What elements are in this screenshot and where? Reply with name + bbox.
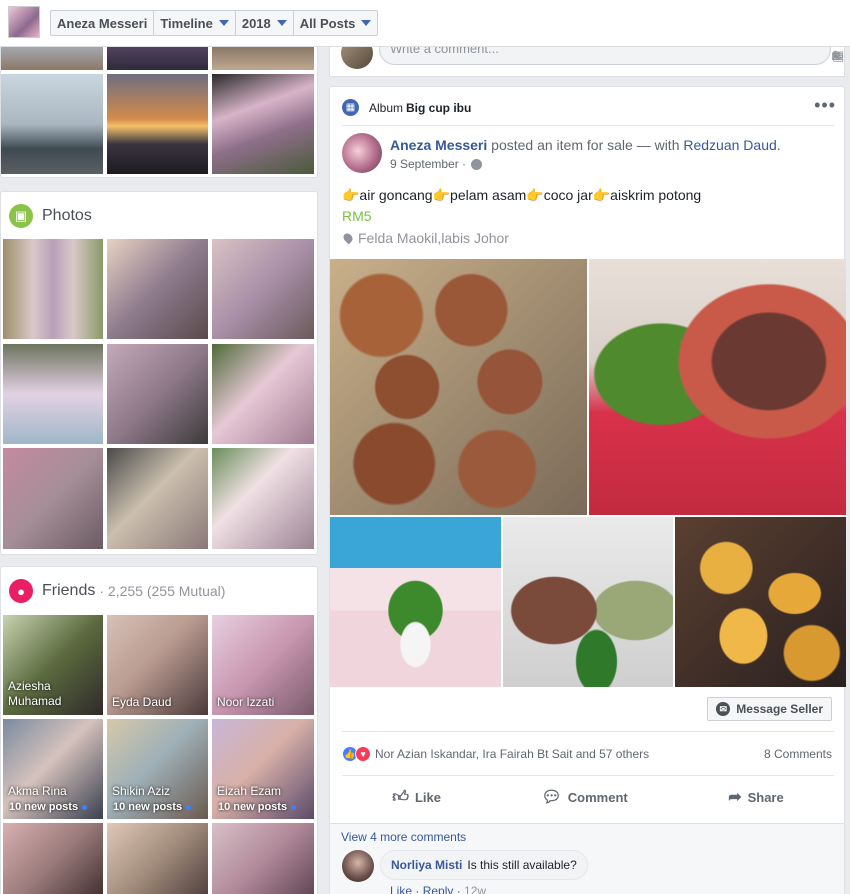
crumb-year-dropdown[interactable]: 2018 [236, 11, 294, 35]
breadcrumb: Aneza Messeri Timeline 2018 All Posts [50, 10, 379, 36]
like-icon: 👍︎ [392, 788, 409, 806]
divider [342, 775, 834, 776]
comment-time[interactable]: 12w [464, 884, 486, 894]
photo-thumb[interactable] [107, 448, 208, 549]
author-avatar[interactable] [342, 133, 382, 173]
friend-tile[interactable]: Akma Rina 10 new posts [3, 719, 103, 819]
friends-icon: ● [9, 579, 33, 603]
friend-name: Eizah Ezam [217, 784, 282, 798]
comment-actions: Like · Reply · 12w [390, 884, 486, 894]
post-action-text: posted an item for sale — with [491, 137, 680, 153]
friend-new-posts: 10 new posts [9, 801, 88, 813]
friend-tile[interactable] [3, 823, 103, 894]
more-dots-icon[interactable]: ••• [814, 95, 836, 116]
share-icon: ➦ [728, 789, 742, 806]
photo-thumb[interactable] [3, 344, 103, 444]
comments-section: View 4 more comments Norliya Misti Is th… [330, 823, 844, 894]
photo-thumb[interactable] [107, 239, 208, 339]
album-name[interactable]: Big cup ibu [406, 101, 471, 115]
comment-text: Is this still available? [467, 858, 577, 872]
photo-thumb[interactable] [1, 74, 103, 174]
comment-icon: 💬︎ [541, 789, 562, 806]
timeline-header-bar: Aneza Messeri Timeline 2018 All Posts [0, 0, 850, 47]
friend-name: Shikin Aziz [112, 784, 171, 798]
album-icon: ▦ [342, 99, 359, 116]
sticker-icon[interactable]: ✎ [832, 48, 843, 64]
crumb-profile-name[interactable]: Aneza Messeri [51, 11, 155, 35]
comment-bubble: Norliya Misti Is this still available? [380, 850, 588, 880]
friend-name: Noor Izzati [217, 695, 275, 709]
divider [342, 731, 834, 732]
friend-tile[interactable]: Eyda Daud [107, 615, 208, 715]
post-image[interactable] [503, 517, 673, 687]
chevron-down-icon [218, 20, 229, 26]
profile-avatar[interactable] [8, 6, 40, 38]
item-location: Felda Maokil,labis Johor [341, 230, 509, 246]
location-pin-icon [341, 231, 355, 245]
post-date[interactable]: 9 September · [390, 157, 466, 171]
view-more-comments[interactable]: View 4 more comments [341, 830, 466, 844]
crumb-filter-dropdown[interactable]: All Posts [294, 11, 378, 35]
post-image[interactable] [589, 259, 846, 515]
friends-header[interactable]: ● Friends · 2,255 (255 Mutual) [9, 579, 225, 603]
album-line: ▦ Album Big cup ibu [342, 99, 471, 116]
friends-title: Friends [42, 582, 96, 599]
post-text: 👉air goncang👉pelam asam👉coco jar👉aiskrim… [342, 187, 702, 203]
friend-tile[interactable] [212, 823, 314, 894]
divider [342, 125, 834, 126]
friends-card: ● Friends · 2,255 (255 Mutual) Aziesha M… [0, 566, 318, 894]
post-image[interactable] [675, 517, 846, 687]
friend-name: Aziesha Muhamad [8, 679, 62, 708]
friend-tile[interactable] [107, 823, 208, 894]
message-seller-button[interactable]: ✉ Message Seller [707, 697, 832, 721]
photo-thumb[interactable] [212, 448, 314, 549]
comment-like-link[interactable]: Like [390, 884, 412, 894]
friend-new-posts: 10 new posts [218, 801, 297, 813]
photo-thumb[interactable] [3, 239, 103, 339]
friend-tile[interactable]: Noor Izzati [212, 615, 314, 715]
friend-tile[interactable]: Aziesha Muhamad [3, 615, 103, 715]
post-meta: 9 September · [390, 157, 483, 171]
share-button[interactable]: ➦ Share [728, 787, 784, 807]
item-price: RM5 [342, 208, 372, 224]
reactions-summary[interactable]: 👍 ♥ Nor Azian Iskandar, Ira Fairah Bt Sa… [342, 746, 649, 762]
album-prefix: Album [369, 100, 404, 115]
photo-thumb[interactable] [212, 239, 314, 339]
crumb-timeline-dropdown[interactable]: Timeline [154, 11, 236, 35]
comments-count[interactable]: 8 Comments [764, 747, 832, 761]
messenger-icon: ✉ [716, 702, 731, 716]
friend-tile[interactable]: Eizah Ezam 10 new posts [212, 719, 314, 819]
photo-thumb[interactable] [107, 74, 208, 174]
chevron-down-icon [276, 20, 287, 26]
photos-card: ▣ Photos [0, 191, 318, 555]
friend-name: Eyda Daud [112, 695, 172, 709]
friend-new-posts: 10 new posts [113, 801, 192, 813]
photo-thumb[interactable] [3, 448, 103, 549]
author-line: Aneza Messeri posted an item for sale — … [390, 137, 781, 153]
sale-post: ▦ Album Big cup ibu ••• Aneza Messeri po… [329, 86, 846, 894]
love-reaction-icon: ♥ [355, 746, 371, 762]
photo-thumb[interactable] [212, 74, 314, 174]
author-name[interactable]: Aneza Messeri [390, 137, 487, 153]
friend-tile[interactable]: Shikin Aziz 10 new posts [107, 719, 208, 819]
post-image[interactable] [330, 517, 501, 687]
photo-thumb[interactable] [212, 344, 314, 444]
comment-author-avatar[interactable] [342, 850, 374, 882]
photo-thumb[interactable] [107, 344, 208, 444]
post-image[interactable] [330, 259, 587, 515]
tagged-person[interactable]: Redzuan Daud [683, 137, 776, 153]
friends-count: · 2,255 (255 Mutual) [99, 583, 226, 599]
like-button[interactable]: 👍︎ Like [392, 788, 441, 807]
photos-title: Photos [42, 207, 92, 224]
photos-header[interactable]: ▣ Photos [9, 204, 92, 228]
comment-reply-link[interactable]: Reply [423, 884, 454, 894]
photos-icon: ▣ [9, 204, 33, 228]
chevron-down-icon [361, 20, 372, 26]
friend-name: Akma Rina [8, 784, 67, 798]
comment-author[interactable]: Norliya Misti [391, 858, 462, 872]
comment-button[interactable]: 💬︎ Comment [541, 787, 627, 807]
post-actions: 👍︎ Like 💬︎ Comment ➦ Share [342, 781, 834, 813]
globe-icon [471, 158, 483, 170]
